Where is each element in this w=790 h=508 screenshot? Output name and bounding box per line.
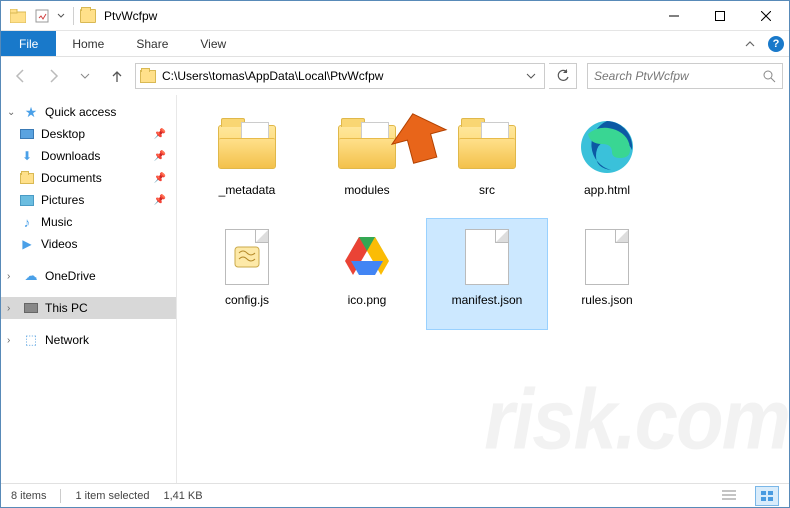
watermark: risk.com: [484, 369, 789, 469]
edge-icon: [575, 117, 639, 177]
sidebar-item-documents[interactable]: Documents📌: [1, 167, 176, 189]
sidebar-item-pictures[interactable]: Pictures📌: [1, 189, 176, 211]
pin-icon: 📌: [154, 195, 166, 206]
properties-icon[interactable]: [31, 5, 53, 27]
quick-access-label: Quick access: [45, 105, 116, 119]
minimize-button[interactable]: [651, 1, 697, 31]
items-grid: _metadata modules src app.html: [187, 109, 779, 329]
file-icon: [575, 227, 639, 287]
status-size: 1,41 KB: [163, 490, 202, 502]
window-title: PtvWcfpw: [104, 9, 157, 23]
folder-icon: [218, 125, 276, 169]
file-icon: [455, 227, 519, 287]
address-folder-icon: [140, 70, 156, 83]
forward-button[interactable]: [39, 62, 67, 90]
folder-icon[interactable]: [7, 5, 29, 27]
pin-icon: 📌: [154, 129, 166, 140]
sidebar-network[interactable]: ›⬚Network: [1, 329, 176, 351]
close-button[interactable]: [743, 1, 789, 31]
window-folder-icon: [80, 9, 96, 23]
file-item[interactable]: config.js: [187, 219, 307, 329]
pin-icon: 📌: [154, 173, 166, 184]
history-dropdown-icon[interactable]: [71, 62, 99, 90]
help-button[interactable]: ?: [763, 31, 789, 56]
folder-item[interactable]: _metadata: [187, 109, 307, 219]
status-item-count: 8 items: [11, 490, 46, 502]
content-area[interactable]: risk.com _metadata modules src app.html: [177, 95, 789, 483]
folder-icon: [338, 125, 396, 169]
file-item[interactable]: rules.json: [547, 219, 667, 329]
maximize-button[interactable]: [697, 1, 743, 31]
titlebar: PtvWcfpw: [1, 1, 789, 31]
sidebar-item-music[interactable]: ♪Music: [1, 211, 176, 233]
sidebar-item-videos[interactable]: ▶Videos: [1, 233, 176, 255]
tab-view[interactable]: View: [184, 31, 242, 56]
pin-icon: 📌: [154, 151, 166, 162]
status-selection: 1 item selected: [75, 490, 149, 502]
sidebar-thispc[interactable]: ›This PC: [1, 297, 176, 319]
back-button[interactable]: [7, 62, 35, 90]
tab-share[interactable]: Share: [120, 31, 184, 56]
details-view-button[interactable]: [717, 486, 741, 506]
refresh-button[interactable]: [549, 63, 577, 89]
address-input[interactable]: [162, 69, 522, 83]
folder-icon: [458, 125, 516, 169]
folder-item[interactable]: src: [427, 109, 547, 219]
statusbar: 8 items 1 item selected 1,41 KB: [1, 483, 789, 507]
navbar: Search PtvWcfpw: [1, 57, 789, 95]
search-placeholder: Search PtvWcfpw: [594, 69, 763, 83]
file-item[interactable]: app.html: [547, 109, 667, 219]
js-file-icon: [215, 227, 279, 287]
search-icon: [763, 70, 776, 83]
file-tab[interactable]: File: [1, 31, 56, 56]
sidebar-onedrive[interactable]: ›☁OneDrive: [1, 265, 176, 287]
qat-dropdown-icon[interactable]: [55, 5, 67, 27]
file-item-selected[interactable]: manifest.json: [427, 219, 547, 329]
quick-access[interactable]: ⌄★ Quick access: [1, 101, 176, 123]
expand-ribbon-icon[interactable]: [737, 31, 763, 56]
file-item[interactable]: ico.png: [307, 219, 427, 329]
sidebar-item-downloads[interactable]: ⬇Downloads📌: [1, 145, 176, 167]
up-button[interactable]: [103, 62, 131, 90]
sidebar: ⌄★ Quick access Desktop📌 ⬇Downloads📌 Doc…: [1, 95, 177, 483]
ribbon: File Home Share View ?: [1, 31, 789, 57]
tab-home[interactable]: Home: [56, 31, 120, 56]
icons-view-button[interactable]: [755, 486, 779, 506]
folder-item[interactable]: modules: [307, 109, 427, 219]
drive-image-icon: [335, 227, 399, 287]
sidebar-item-desktop[interactable]: Desktop📌: [1, 123, 176, 145]
address-bar[interactable]: [135, 63, 545, 89]
search-box[interactable]: Search PtvWcfpw: [587, 63, 783, 89]
address-dropdown-icon[interactable]: [522, 64, 540, 88]
